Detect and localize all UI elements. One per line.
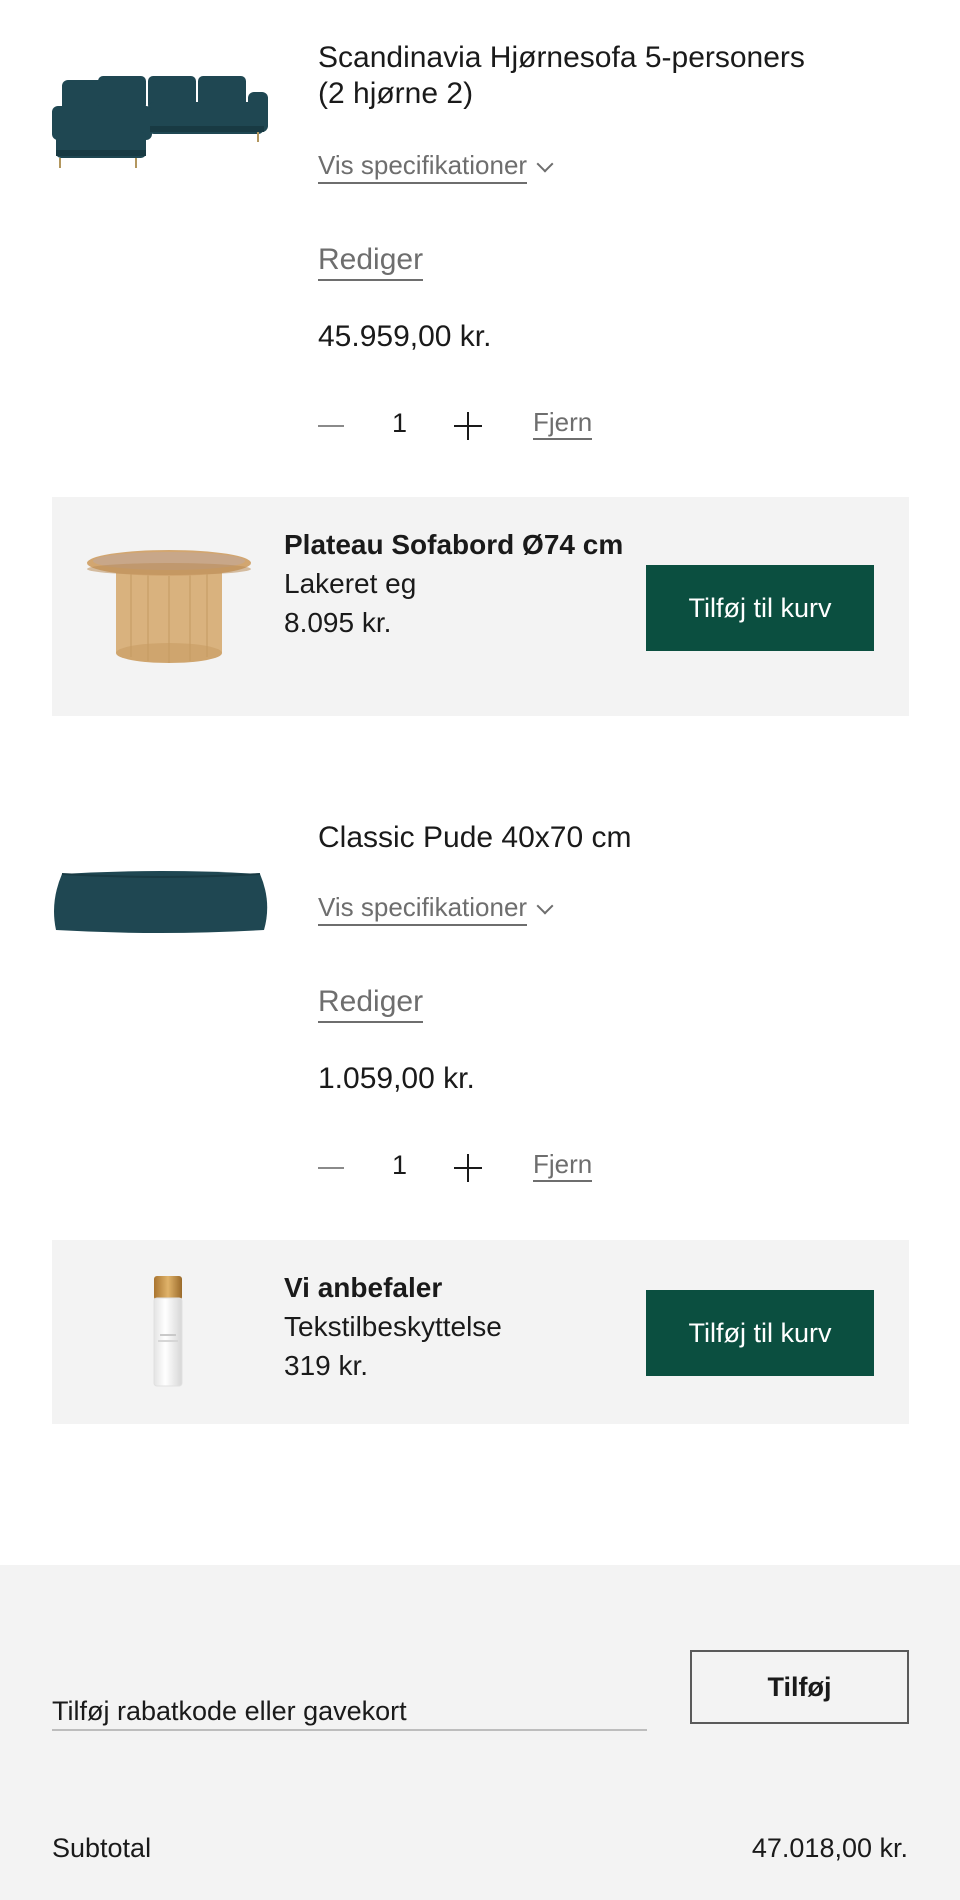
cart-item-info: Classic Pude 40x70 cm Vis specifikatione… bbox=[318, 820, 918, 1182]
quantity-stepper: 1 Fjern bbox=[318, 406, 638, 446]
recommendation-price: 319 kr. bbox=[284, 1350, 369, 1381]
plus-icon[interactable] bbox=[454, 1154, 482, 1182]
recommendation-subtitle[interactable]: Tekstilbeskyttelse bbox=[284, 1307, 624, 1346]
edit-link[interactable]: Rediger bbox=[318, 984, 424, 1023]
quantity-stepper: 1 Fjern bbox=[318, 1148, 638, 1188]
spec-link[interactable]: Vis specifikationer bbox=[318, 892, 528, 926]
spec-link[interactable]: Vis specifikationer bbox=[318, 150, 528, 184]
remove-link[interactable]: Fjern bbox=[533, 1148, 593, 1182]
recommendation-title[interactable]: Plateau Sofabord Ø74 cm bbox=[284, 525, 624, 564]
add-to-cart-button[interactable]: Tilføj til kurv bbox=[646, 1290, 874, 1376]
spec-toggle[interactable]: Vis specifikationer bbox=[318, 892, 554, 926]
product-title[interactable]: Classic Pude 40x70 cm bbox=[318, 820, 918, 856]
corner-sofa-image[interactable] bbox=[52, 72, 270, 172]
minus-icon[interactable] bbox=[318, 1167, 344, 1169]
plus-icon[interactable] bbox=[454, 412, 482, 440]
cart-item-info: Scandinavia Hjørnesofa 5-personers (2 hj… bbox=[318, 40, 918, 440]
spec-toggle[interactable]: Vis specifikationer bbox=[318, 150, 554, 184]
recommendation-subtitle: Lakeret eg bbox=[284, 568, 417, 599]
recommendation-text: Plateau Sofabord Ø74 cm Lakeret eg 8.095… bbox=[284, 525, 624, 642]
chevron-down-icon bbox=[536, 155, 554, 173]
recommendation-price: 8.095 kr. bbox=[284, 607, 392, 638]
coffee-table-image[interactable] bbox=[86, 549, 252, 667]
quantity-value: 1 bbox=[392, 1150, 408, 1180]
item-price: 1.059,00 kr. bbox=[318, 1062, 475, 1095]
quantity-value: 1 bbox=[392, 408, 408, 438]
recommendation-card: Plateau Sofabord Ø74 cm Lakeret eg 8.095… bbox=[52, 497, 909, 716]
item-price: 45.959,00 kr. bbox=[318, 320, 492, 353]
cart-item: Classic Pude 40x70 cm Vis specifikatione… bbox=[52, 800, 908, 1220]
chevron-down-icon bbox=[536, 897, 554, 915]
cart-item: Scandinavia Hjørnesofa 5-personers (2 hj… bbox=[52, 0, 908, 470]
remove-link[interactable]: Fjern bbox=[533, 406, 593, 440]
promo-code-input[interactable] bbox=[52, 1681, 647, 1731]
edit-link[interactable]: Rediger bbox=[318, 242, 424, 281]
cushion-image[interactable] bbox=[52, 868, 270, 936]
add-to-cart-button[interactable]: Tilføj til kurv bbox=[646, 565, 874, 651]
subtotal-value: 47.018,00 kr. bbox=[751, 1833, 908, 1863]
recommendation-title: Vi anbefaler bbox=[284, 1272, 443, 1303]
subtotal-label: Subtotal bbox=[52, 1833, 152, 1863]
apply-promo-button[interactable]: Tilføj bbox=[690, 1650, 909, 1724]
spray-bottle-image[interactable] bbox=[152, 1276, 184, 1388]
minus-icon[interactable] bbox=[318, 425, 344, 427]
product-title[interactable]: Scandinavia Hjørnesofa 5-personers (2 hj… bbox=[318, 40, 818, 112]
recommendation-text: Vi anbefaler Tekstilbeskyttelse 319 kr. bbox=[284, 1268, 624, 1385]
cart-summary: Tilføj Subtotal 47.018,00 kr. bbox=[0, 1565, 960, 1900]
recommendation-card: Vi anbefaler Tekstilbeskyttelse 319 kr. … bbox=[52, 1240, 909, 1424]
